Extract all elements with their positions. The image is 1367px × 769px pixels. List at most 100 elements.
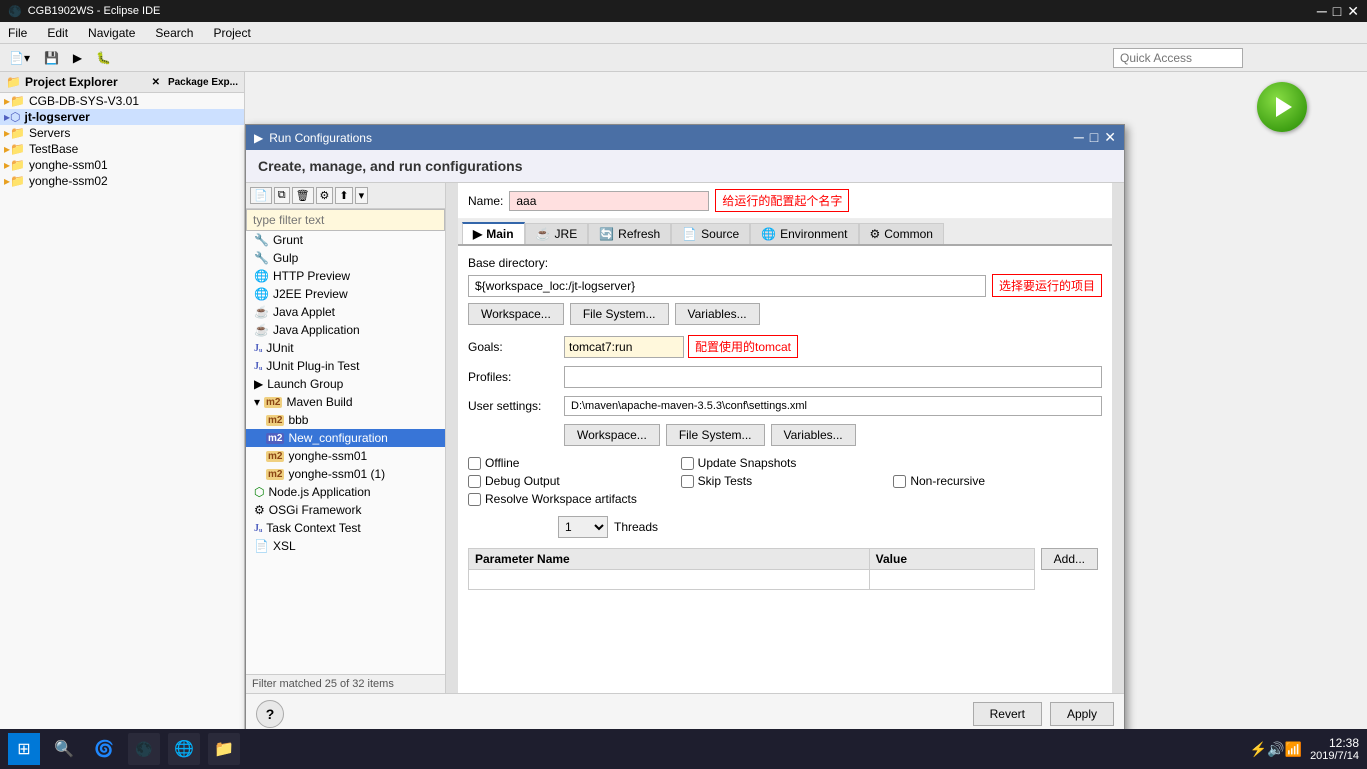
close-btn[interactable]: ✕ xyxy=(1347,3,1359,20)
tree-item-cgb[interactable]: ▸📁 CGB-DB-SYS-V3.01 xyxy=(0,93,244,109)
config-item-java-applet[interactable]: ☕ Java Applet xyxy=(246,303,445,321)
dialog-minimize-btn[interactable]: ─ xyxy=(1074,129,1084,146)
config-item-junit[interactable]: Jᵤ JUnit xyxy=(246,339,445,357)
base-directory-input[interactable] xyxy=(468,275,986,297)
tree-item-yonghe2[interactable]: ▸📁 yonghe-ssm02 xyxy=(0,173,244,189)
config-item-yonghe-ssm01-1[interactable]: m2 yonghe-ssm01 (1) xyxy=(246,465,445,483)
config-item-gulp[interactable]: 🔧 Gulp xyxy=(246,249,445,267)
add-param-btn[interactable]: Add... xyxy=(1041,548,1098,570)
variables-btn-2[interactable]: Variables... xyxy=(771,424,856,446)
config-item-http[interactable]: 🌐 HTTP Preview xyxy=(246,267,445,285)
start-button[interactable]: ⊞ xyxy=(8,733,40,765)
base-directory-label: Base directory: xyxy=(468,256,548,270)
update-snapshots-checkbox[interactable]: Update Snapshots xyxy=(681,456,890,470)
config-item-java-app[interactable]: ☕ Java Application xyxy=(246,321,445,339)
tree-item-testbase[interactable]: ▸📁 TestBase xyxy=(0,141,244,157)
non-recursive-checkbox[interactable]: Non-recursive xyxy=(893,474,1102,488)
config-item-junit-plugin[interactable]: Jᵤ JUnit Plug-in Test xyxy=(246,357,445,375)
config-item-nodejs[interactable]: ⬡ Node.js Application xyxy=(246,483,445,501)
cortana-btn[interactable]: 🌀 xyxy=(88,733,120,765)
file-system-btn-2[interactable]: File System... xyxy=(666,424,765,446)
skip-tests-check[interactable] xyxy=(681,475,694,488)
save-btn[interactable]: 💾 xyxy=(39,48,64,68)
profiles-input[interactable] xyxy=(564,366,1102,388)
config-item-bbb[interactable]: m2 bbb xyxy=(246,411,445,429)
config-item-maven-build[interactable]: ▾ m2 Maven Build xyxy=(246,393,445,411)
expand-btn[interactable]: ▾ xyxy=(355,187,369,204)
menu-project[interactable]: Project xyxy=(209,24,254,42)
apply-btn[interactable]: Apply xyxy=(1050,702,1114,726)
tree-item-jt[interactable]: ▸⬡ jt-logserver xyxy=(0,109,244,125)
goals-input[interactable] xyxy=(564,336,684,358)
right-scrollbar[interactable] xyxy=(1112,183,1124,693)
new-config-m2-icon: m2 xyxy=(266,433,284,444)
config-item-yonghe-ssm01[interactable]: m2 yonghe-ssm01 xyxy=(246,447,445,465)
menu-file[interactable]: File xyxy=(4,24,31,42)
skip-tests-checkbox[interactable]: Skip Tests xyxy=(681,474,890,488)
config-item-j2ee[interactable]: 🌐 J2EE Preview xyxy=(246,285,445,303)
debug-btn[interactable]: 🐛 xyxy=(91,48,116,68)
tree-item-yonghe1[interactable]: ▸📁 yonghe-ssm01 xyxy=(0,157,244,173)
config-filter-input[interactable] xyxy=(246,209,445,231)
duplicate-config-btn[interactable]: ⧉ xyxy=(274,187,290,204)
debug-output-check[interactable] xyxy=(468,475,481,488)
tab-common[interactable]: ⚙ Common xyxy=(859,223,944,244)
new-config-btn[interactable]: 📄 xyxy=(250,187,272,204)
tree-item-servers[interactable]: ▸📁 Servers xyxy=(0,125,244,141)
config-item-grunt[interactable]: 🔧 Grunt xyxy=(246,231,445,249)
run-toolbar-btn[interactable]: ▶ xyxy=(68,48,87,68)
config-item-osgi[interactable]: ⚙ OSGi Framework xyxy=(246,501,445,519)
config-item-xsl[interactable]: 📄 XSL xyxy=(246,537,445,555)
menu-edit[interactable]: Edit xyxy=(43,24,72,42)
chrome-taskbar-btn[interactable]: 🌐 xyxy=(168,733,200,765)
tab-jre[interactable]: ☕ JRE xyxy=(525,223,589,244)
non-recursive-check[interactable] xyxy=(893,475,906,488)
tree-label-cgb: CGB-DB-SYS-V3.01 xyxy=(29,94,139,108)
user-settings-input[interactable] xyxy=(564,396,1102,416)
revert-btn[interactable]: Revert xyxy=(973,702,1042,726)
dialog-close-icon[interactable]: ✕ xyxy=(1104,129,1116,146)
workspace-btn-2[interactable]: Workspace... xyxy=(564,424,660,446)
eclipse-taskbar-btn[interactable]: 🌑 xyxy=(128,733,160,765)
new-btn[interactable]: 📄▾ xyxy=(4,48,35,68)
update-snapshots-check[interactable] xyxy=(681,457,694,470)
workspace-btn-1[interactable]: Workspace... xyxy=(468,303,564,325)
resolve-workspace-checkbox[interactable]: Resolve Workspace artifacts xyxy=(468,492,889,506)
name-input[interactable] xyxy=(509,191,709,211)
help-btn[interactable]: ? xyxy=(256,700,284,728)
collapse-btn[interactable]: ⬆ xyxy=(335,187,352,204)
tab-source[interactable]: 📄 Source xyxy=(671,223,750,244)
tab-main[interactable]: ▶ Main xyxy=(462,222,525,244)
delete-config-btn[interactable]: 🗑 xyxy=(292,187,314,204)
config-item-new-configuration[interactable]: m2 New_configuration xyxy=(246,429,445,447)
config-item-launch-group[interactable]: ▶ Launch Group xyxy=(246,375,445,393)
menu-navigate[interactable]: Navigate xyxy=(84,24,139,42)
threads-select[interactable]: 1 2 4 xyxy=(558,516,608,538)
maximize-btn[interactable]: □ xyxy=(1333,3,1341,20)
non-recursive-label: Non-recursive xyxy=(910,474,985,488)
tab-refresh[interactable]: 🔄 Refresh xyxy=(588,223,671,244)
minimize-btn[interactable]: ─ xyxy=(1317,3,1327,20)
tab-environment[interactable]: 🌐 Environment xyxy=(750,223,858,244)
file-system-btn-1[interactable]: File System... xyxy=(570,303,669,325)
variables-btn-1[interactable]: Variables... xyxy=(675,303,760,325)
left-scrollbar[interactable] xyxy=(446,183,458,693)
search-taskbar-btn[interactable]: 🔍 xyxy=(48,733,80,765)
tab-content-main: Base directory: 选择要运行的项目 Workspace... Fi… xyxy=(458,246,1112,693)
sidebar-content: ▸📁 CGB-DB-SYS-V3.01 ▸⬡ jt-logserver ▸📁 S… xyxy=(0,93,244,729)
dialog-title: Run Configurations xyxy=(269,131,372,145)
offline-checkbox[interactable]: Offline xyxy=(468,456,677,470)
resolve-workspace-check[interactable] xyxy=(468,493,481,506)
dialog-maximize-btn[interactable]: □ xyxy=(1090,129,1098,146)
quick-access-input[interactable] xyxy=(1113,48,1243,68)
filter-btn[interactable]: ⚙ xyxy=(316,187,334,204)
dialog-left-panel: 📄 ⧉ 🗑 ⚙ ⬆ ▾ 🔧 Grunt 🔧 xyxy=(246,183,446,693)
sidebar-tab2[interactable]: Package Exp... xyxy=(168,77,238,88)
folder-taskbar-btn[interactable]: 📁 xyxy=(208,733,240,765)
offline-check[interactable] xyxy=(468,457,481,470)
run-button-circle[interactable] xyxy=(1257,82,1307,132)
sidebar-close-icon[interactable]: ✕ xyxy=(152,77,160,88)
debug-output-checkbox[interactable]: Debug Output xyxy=(468,474,677,488)
config-item-task-context[interactable]: Jᵤ Task Context Test xyxy=(246,519,445,537)
menu-search[interactable]: Search xyxy=(151,24,197,42)
